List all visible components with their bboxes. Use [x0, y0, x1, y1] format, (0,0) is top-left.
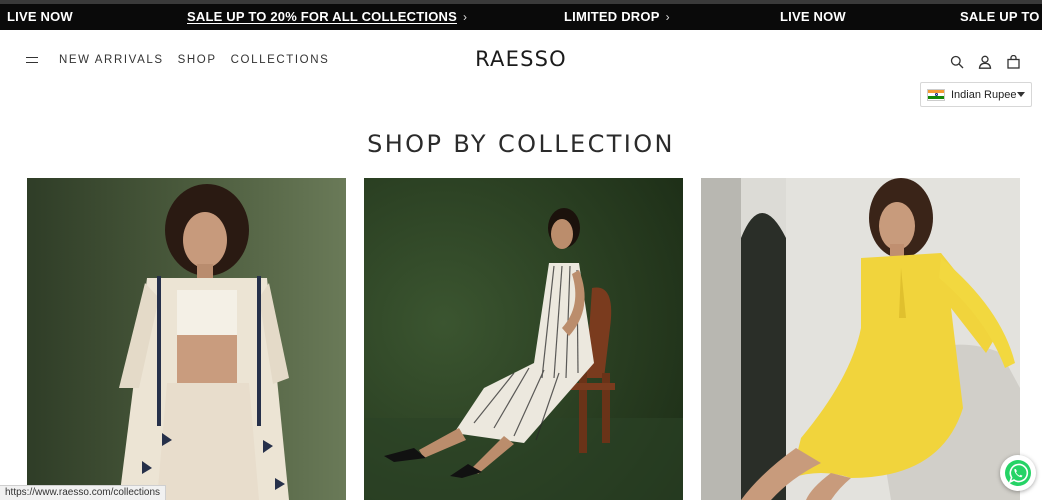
site-header: NEW ARRIVALS SHOP COLLECTIONS RAESSO: [0, 30, 1042, 92]
whatsapp-icon[interactable]: [1000, 455, 1036, 491]
announcement-text: SALE UP TO 20% FOR ALL COLLECTIONS: [187, 9, 457, 24]
caret-down-icon: [1017, 92, 1025, 97]
chevron-right-icon: ›: [665, 10, 670, 24]
announcement-text: LIVE NOW: [7, 9, 73, 24]
collection-image: [701, 178, 1020, 500]
announcement-item[interactable]: LIVE NOW: [7, 4, 73, 30]
currency-label: Indian Rupee: [951, 88, 1017, 101]
header-icons: [948, 54, 1022, 70]
collection-image: [27, 178, 346, 500]
announcement-item[interactable]: SALE UP TO 2: [960, 4, 1042, 30]
india-flag-icon: [927, 88, 945, 101]
currency-selector[interactable]: Indian Rupee: [920, 82, 1032, 107]
announcement-item[interactable]: LIMITED DROP ›: [564, 4, 670, 30]
announcement-item[interactable]: SALE UP TO 20% FOR ALL COLLECTIONS ›: [187, 4, 467, 30]
account-icon[interactable]: [976, 54, 994, 70]
announcement-text: LIMITED DROP: [564, 9, 660, 24]
collection-card[interactable]: [27, 178, 346, 500]
announcement-text: SALE UP TO 2: [960, 9, 1042, 24]
search-icon[interactable]: [948, 54, 966, 70]
browser-status-url: https://www.raesso.com/collections: [0, 485, 167, 500]
chevron-right-icon: ›: [462, 10, 468, 24]
collection-card[interactable]: [701, 178, 1020, 500]
collection-card[interactable]: [364, 178, 683, 500]
bag-icon[interactable]: [1004, 54, 1022, 70]
announcement-text: LIVE NOW: [780, 9, 846, 24]
section-title: SHOP BY COLLECTION: [367, 130, 675, 158]
brand-logo[interactable]: RAESSO: [0, 47, 1042, 71]
collection-image: [364, 178, 683, 500]
announcement-item[interactable]: LIVE NOW: [780, 4, 846, 30]
announcement-bar: LIVE NOW SALE UP TO 20% FOR ALL COLLECTI…: [0, 4, 1042, 30]
